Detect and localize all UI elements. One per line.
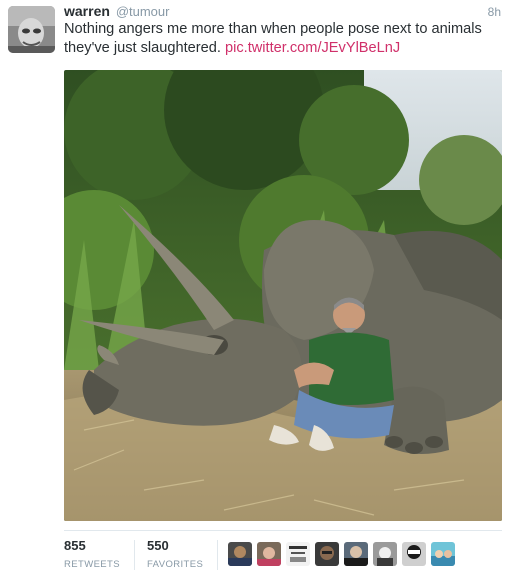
favoriter-avatar[interactable] — [344, 542, 368, 566]
stats-separator — [217, 540, 218, 570]
tweet-photo-link[interactable]: pic.twitter.com/JEvYlBeLnJ — [225, 40, 400, 56]
favoriter-avatar[interactable] — [286, 542, 310, 566]
retweets-count: 855 — [64, 538, 86, 553]
favoriter-avatar[interactable] — [431, 542, 455, 566]
stats-divider — [64, 530, 502, 531]
avatar[interactable] — [8, 6, 55, 53]
favorites-count: 550 — [147, 538, 169, 553]
favoriters-list — [228, 542, 455, 566]
favoriter-avatar[interactable] — [315, 542, 339, 566]
stats-separator — [134, 540, 135, 570]
tweet-text: Nothing angers me more than when people … — [64, 20, 484, 58]
favorites-label: FAVORITES — [147, 559, 204, 570]
tweet-header: warren @tumour — [64, 3, 169, 19]
favoriter-avatar[interactable] — [373, 542, 397, 566]
author-handle[interactable]: @tumour — [116, 4, 170, 19]
tweet-timestamp[interactable]: 8h — [488, 5, 501, 19]
favoriter-avatar[interactable] — [402, 542, 426, 566]
favoriter-avatar[interactable] — [257, 542, 281, 566]
triceratops-photo — [64, 70, 502, 521]
author-name[interactable]: warren — [64, 3, 110, 19]
tweet-photo[interactable] — [64, 70, 502, 521]
retweets-stat[interactable]: 855 RETWEETS — [64, 538, 120, 570]
favoriter-avatar[interactable] — [228, 542, 252, 566]
retweets-label: RETWEETS — [64, 559, 120, 570]
favorites-stat[interactable]: 550 FAVORITES — [147, 538, 203, 570]
